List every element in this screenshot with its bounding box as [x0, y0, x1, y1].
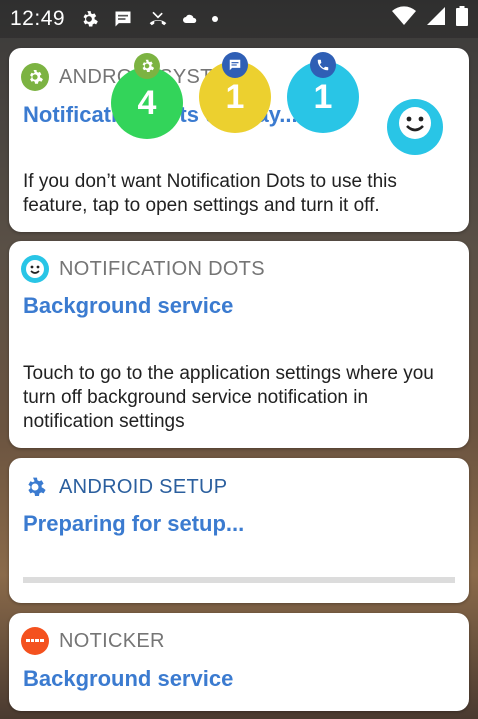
progress-bar [23, 577, 455, 583]
notification-notification-dots[interactable]: NOTIFICATION DOTS Background service Tou… [9, 241, 469, 448]
phone-icon [310, 52, 336, 78]
notification-title: Preparing for setup... [23, 511, 245, 536]
badge-count: 1 [313, 77, 333, 116]
wifi-icon [392, 6, 416, 32]
app-name: NOTIFICATION DOTS [59, 257, 265, 280]
cloud-icon [183, 14, 197, 24]
status-time: 12:49 [10, 7, 66, 30]
notification-title: Background service [23, 666, 234, 691]
message-icon [222, 52, 248, 78]
gear-icon [134, 53, 160, 79]
notification-noticker[interactable]: NOTICKER Background service [9, 613, 469, 711]
badge-count: 4 [137, 83, 157, 122]
badge-count: 1 [225, 77, 245, 116]
notification-body: If you don’t want Notification Dots to u… [23, 171, 397, 216]
missed-call-icon [147, 9, 169, 29]
floating-dots-button[interactable] [387, 99, 443, 155]
dot-icon [211, 15, 219, 23]
message-icon [113, 9, 133, 29]
gear-icon [79, 9, 99, 29]
battery-icon [456, 6, 468, 32]
smiley-icon [21, 255, 49, 283]
smiley-icon [395, 103, 435, 152]
signal-icon [426, 6, 446, 32]
gear-icon [21, 63, 49, 91]
notification-body: Touch to go to the application settings … [23, 363, 434, 432]
notification-title: Background service [23, 293, 234, 318]
status-bar: 12:49 [0, 0, 478, 38]
ticker-icon [21, 627, 49, 655]
gear-icon [21, 473, 49, 501]
app-name: NOTICKER [59, 629, 165, 652]
app-name: ANDROID SETUP [59, 475, 228, 498]
notification-android-setup[interactable]: ANDROID SETUP Preparing for setup... [9, 458, 469, 603]
